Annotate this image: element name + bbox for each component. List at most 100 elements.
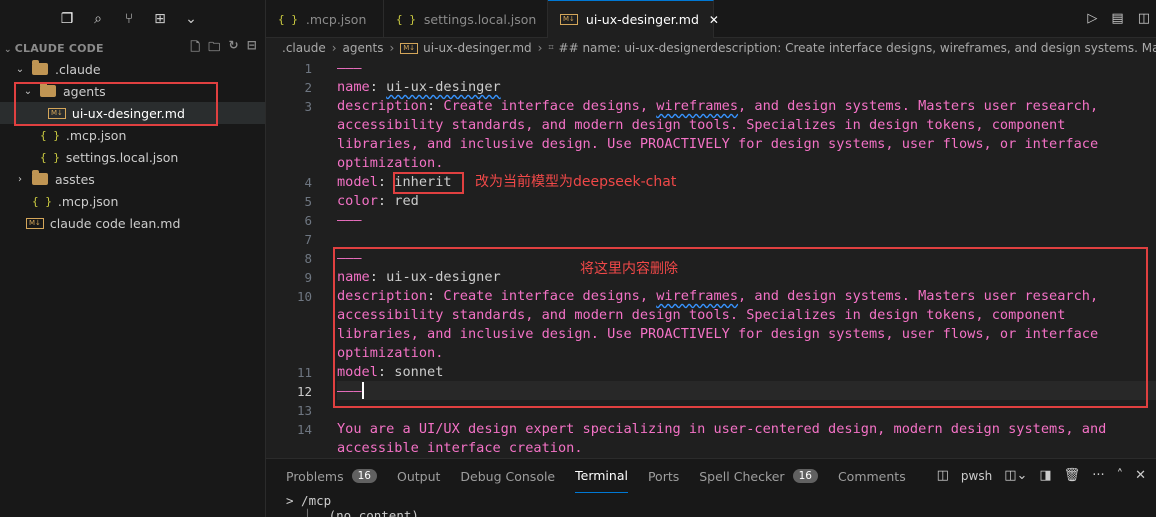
- terminal-icon: ◫: [936, 468, 949, 483]
- yaml-key: color: [337, 193, 378, 209]
- markdown-icon: M↓: [400, 42, 419, 54]
- explorer-icon[interactable]: ❐: [58, 10, 76, 28]
- run-icon[interactable]: ▷: [1087, 11, 1097, 26]
- markdown-icon: M↓: [560, 14, 578, 25]
- line-number: 9: [304, 270, 312, 285]
- spell-checker-badge: 16: [792, 469, 818, 483]
- close-icon[interactable]: ✕: [709, 13, 719, 27]
- tree-item-claude-folder[interactable]: ⌄ .claude: [0, 58, 265, 80]
- tab-label: settings.local.json: [423, 11, 537, 27]
- terminal-output[interactable]: > /mcp ⎿ (no content): [286, 493, 419, 517]
- annotation-box-delete: [333, 247, 1148, 408]
- breadcrumb-item[interactable]: agents: [343, 41, 384, 55]
- tab-settings-local-json[interactable]: { } settings.local.json: [384, 0, 548, 38]
- refresh-icon[interactable]: ↻: [228, 38, 238, 59]
- yaml-value: wireframes: [656, 98, 739, 114]
- breadcrumb-item[interactable]: .claude: [282, 41, 326, 55]
- preview-icon[interactable]: ▤: [1111, 11, 1123, 26]
- editor-tabs: { } .mcp.json { } settings.local.json M↓…: [266, 0, 1156, 38]
- yaml-value: accessibility standards, and modern desi…: [337, 117, 1066, 133]
- explorer-sidebar: ❐ ⌕ ⑂ ⊞ ⌄ ⌄ CLAUDE CODE 🗋 🗀 ↻ ⊟ ⌄ .claude…: [0, 0, 266, 517]
- tab-debug-console[interactable]: Debug Console: [460, 459, 555, 493]
- code-line-wrap: optimization.: [266, 154, 1156, 173]
- tab-problems[interactable]: Problems 16: [286, 459, 377, 493]
- tree-item-settings-local-json[interactable]: { } settings.local.json: [0, 146, 265, 168]
- code-line: 5 color: red: [266, 192, 1156, 211]
- code-line: 1 ———: [266, 59, 1156, 78]
- code-line: 14 You are a UI/UX design expert special…: [266, 420, 1156, 439]
- tab-label: Comments: [837, 468, 906, 484]
- line-number: 11: [296, 365, 312, 380]
- code-text: accessible interface creation.: [337, 440, 583, 456]
- code-line: 2 name: ui-ux-desinger: [266, 78, 1156, 97]
- code-line-wrap: libraries, and inclusive design. Use PRO…: [266, 135, 1156, 154]
- yaml-value: optimization.: [337, 155, 444, 171]
- tree-item-label: .mcp.json: [57, 193, 119, 209]
- markdown-icon: M↓: [26, 217, 44, 229]
- yaml-value: libraries, and inclusive design. Use PRO…: [337, 136, 1099, 152]
- breadcrumb: .claude › agents › M↓ ui-ux-desinger.md …: [266, 38, 1156, 58]
- split-editor-icon[interactable]: ◫: [1138, 11, 1150, 26]
- breadcrumb-item[interactable]: ## name: ui-ux-designerdescription: Crea…: [559, 41, 1156, 55]
- tab-ports[interactable]: Ports: [648, 459, 679, 493]
- new-folder-icon[interactable]: 🗀: [208, 38, 220, 59]
- line-number: 3: [304, 99, 312, 114]
- tab-terminal[interactable]: Terminal: [575, 459, 628, 493]
- collapse-all-icon[interactable]: ⊟: [247, 38, 257, 59]
- activity-bar: ❐ ⌕ ⑂ ⊞ ⌄: [0, 0, 265, 38]
- tab-mcp-json[interactable]: { } .mcp.json: [266, 0, 384, 38]
- extensions-icon[interactable]: ⊞: [151, 10, 169, 28]
- tree-item-root-mcp-json[interactable]: { } .mcp.json: [0, 190, 265, 212]
- code-line-wrap: accessibility standards, and modern desi…: [266, 116, 1156, 135]
- explorer-header: ⌄ CLAUDE CODE 🗋 🗀 ↻ ⊟: [0, 38, 265, 58]
- code-line: 6 ———: [266, 211, 1156, 230]
- json-icon: { }: [396, 12, 416, 26]
- breadcrumb-item[interactable]: ui-ux-desinger.md: [423, 41, 531, 55]
- shell-name[interactable]: pwsh: [961, 469, 992, 483]
- tree-item-claude-code-lean-md[interactable]: M↓ claude code lean.md: [0, 212, 265, 234]
- trash-icon[interactable]: 🗑: [1064, 468, 1081, 483]
- new-file-icon[interactable]: 🗋: [190, 38, 200, 59]
- section-title[interactable]: CLAUDE CODE: [15, 42, 104, 55]
- json-icon: { }: [278, 12, 298, 26]
- line-number: 4: [304, 175, 312, 190]
- code-line: 3 description: Create interface designs,…: [266, 97, 1156, 116]
- line-number: 10: [296, 289, 312, 304]
- line-number: 6: [304, 213, 312, 228]
- chevron-right-icon: ›: [18, 173, 22, 185]
- line-number: 1: [304, 61, 312, 76]
- line-number: 7: [304, 232, 312, 247]
- close-icon[interactable]: ✕: [1135, 468, 1146, 483]
- yaml-key: model: [337, 174, 378, 190]
- tab-comments[interactable]: Comments: [838, 459, 906, 493]
- chevron-up-icon[interactable]: ˄: [1117, 468, 1124, 483]
- annotation-note-inherit: 改为当前模型为deepseek-chat: [475, 174, 677, 190]
- chevron-down-icon[interactable]: ⌄: [4, 45, 12, 55]
- tab-label: Problems: [286, 468, 344, 484]
- tab-label: Debug Console: [460, 468, 556, 484]
- line-number: 13: [296, 403, 312, 418]
- source-control-icon[interactable]: ⑂: [120, 10, 138, 28]
- tree-item-mcp-json[interactable]: { } .mcp.json: [0, 124, 265, 146]
- line-number: 5: [304, 194, 312, 209]
- tree-item-asstes-folder[interactable]: › asstes: [0, 168, 265, 190]
- problems-badge: 16: [351, 469, 377, 483]
- tab-label: Terminal: [575, 468, 628, 483]
- tree-item-label: .claude: [55, 61, 101, 77]
- terminal-line: ⎿ (no content): [286, 508, 419, 517]
- tab-label: .mcp.json: [305, 11, 367, 27]
- tab-output[interactable]: Output: [397, 459, 440, 493]
- new-terminal-dropdown-icon[interactable]: ◫⌄: [1004, 468, 1027, 483]
- annotation-box-inherit: [393, 172, 464, 194]
- code-editor[interactable]: 1 ——— 2 name: ui-ux-desinger 3 descripti…: [266, 58, 1156, 458]
- more-icon[interactable]: ···: [1092, 468, 1104, 483]
- chevron-down-icon[interactable]: ⌄: [182, 10, 200, 28]
- search-icon[interactable]: ⌕: [89, 10, 107, 28]
- tab-ui-ux-desinger-md[interactable]: M↓ ui-ux-desinger.md ✕: [548, 0, 719, 38]
- yaml-key: description: [337, 98, 428, 114]
- tab-spell-checker[interactable]: Spell Checker 16: [699, 459, 818, 493]
- tab-label: Ports: [647, 468, 680, 484]
- split-terminal-icon[interactable]: ◨: [1039, 468, 1051, 483]
- tree-item-label: settings.local.json: [65, 149, 179, 165]
- chevron-down-icon: ⌄: [15, 63, 25, 75]
